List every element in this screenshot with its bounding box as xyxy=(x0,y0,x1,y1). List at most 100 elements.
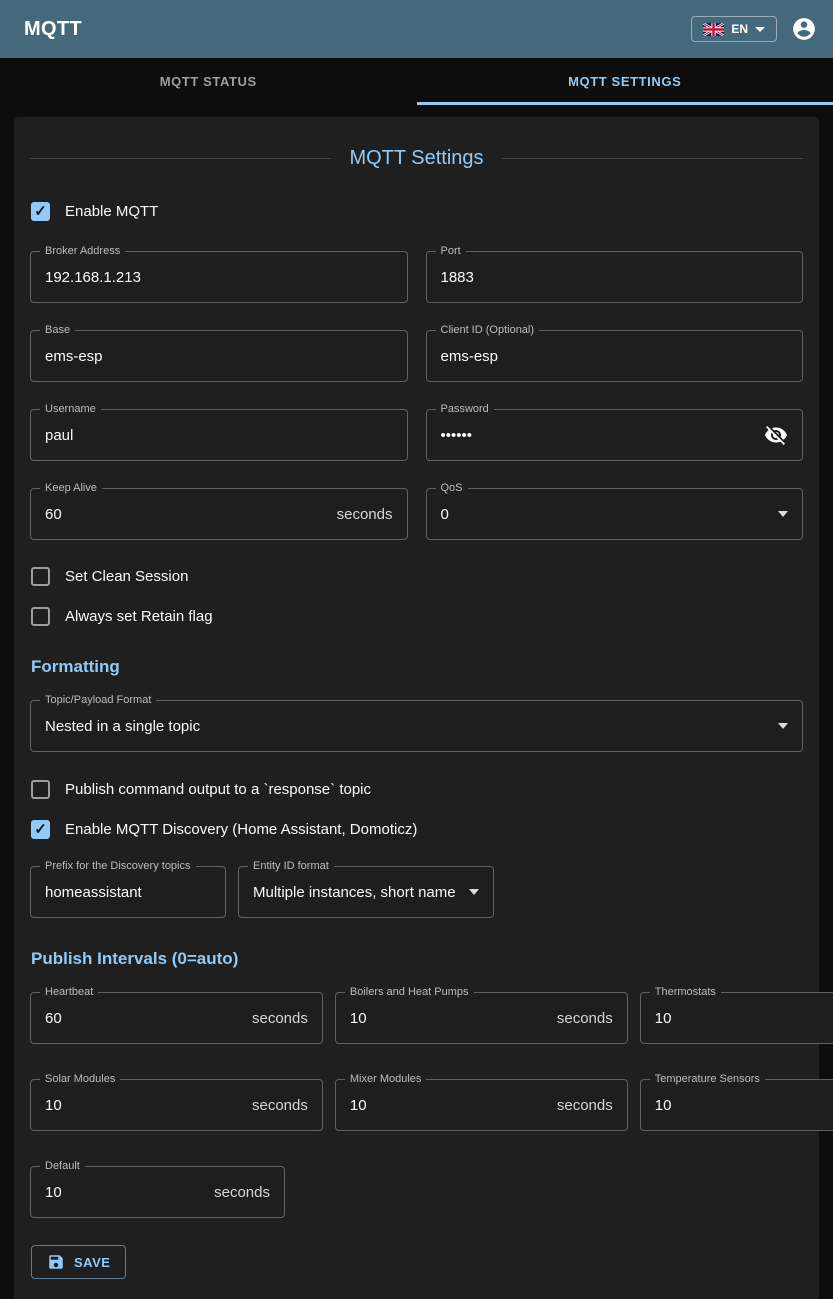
intervals-section-title: Publish Intervals (0=auto) xyxy=(31,949,803,969)
keep-alive-input[interactable] xyxy=(45,506,329,523)
mqtt-discovery-row[interactable]: ✓ Enable MQTT Discovery (Home Assistant,… xyxy=(31,820,803,839)
clean-session-row[interactable]: ✓ Set Clean Session xyxy=(31,567,803,586)
password-input[interactable] xyxy=(441,427,765,444)
solar-modules-input[interactable] xyxy=(45,1097,244,1114)
solar-modules-suffix: seconds xyxy=(252,1097,308,1114)
dropdown-caret-icon xyxy=(469,889,479,895)
mqtt-discovery-checkbox[interactable]: ✓ xyxy=(31,820,50,839)
tab-mqtt-status[interactable]: MQTT STATUS xyxy=(0,58,417,105)
base-input[interactable] xyxy=(45,348,393,365)
title-divider-left xyxy=(30,158,331,159)
enable-mqtt-checkbox[interactable]: ✓ xyxy=(31,202,50,221)
password-field[interactable]: Password xyxy=(426,409,804,461)
username-field[interactable]: Username xyxy=(30,409,408,461)
settings-card: MQTT Settings ✓ Enable MQTT Broker Addre… xyxy=(14,117,819,1299)
keep-alive-label: Keep Alive xyxy=(40,482,102,495)
boilers-field[interactable]: Boilers and Heat Pumps seconds xyxy=(335,992,628,1044)
response-topic-row[interactable]: ✓ Publish command output to a `response`… xyxy=(31,780,803,799)
boilers-input[interactable] xyxy=(350,1010,549,1027)
mixer-modules-label: Mixer Modules xyxy=(345,1073,427,1086)
topic-format-select[interactable]: Topic/Payload Format Nested in a single … xyxy=(30,700,803,752)
solar-modules-label: Solar Modules xyxy=(40,1073,120,1086)
port-label: Port xyxy=(436,245,466,258)
response-topic-checkbox[interactable]: ✓ xyxy=(31,780,50,799)
clean-session-checkbox[interactable]: ✓ xyxy=(31,567,50,586)
password-label: Password xyxy=(436,403,494,416)
solar-modules-field[interactable]: Solar Modules seconds xyxy=(30,1079,323,1131)
client-id-label: Client ID (Optional) xyxy=(436,324,540,337)
keep-alive-field[interactable]: Keep Alive seconds xyxy=(30,488,408,540)
enable-mqtt-label: Enable MQTT xyxy=(65,203,158,220)
username-input[interactable] xyxy=(45,427,393,444)
retain-flag-row[interactable]: ✓ Always set Retain flag xyxy=(31,607,803,626)
qos-label: QoS xyxy=(436,482,468,495)
broker-address-input[interactable] xyxy=(45,269,393,286)
app-title: MQTT xyxy=(24,18,82,41)
client-id-input[interactable] xyxy=(441,348,789,365)
title-divider-right xyxy=(502,158,803,159)
retain-flag-checkbox[interactable]: ✓ xyxy=(31,607,50,626)
visibility-off-icon[interactable] xyxy=(764,423,788,447)
save-button-label: SAVE xyxy=(74,1255,110,1270)
default-interval-label: Default xyxy=(40,1160,85,1173)
heartbeat-label: Heartbeat xyxy=(40,986,98,999)
keep-alive-suffix: seconds xyxy=(337,506,393,523)
tab-mqtt-settings-label: MQTT SETTINGS xyxy=(568,74,681,89)
intervals-grid: Heartbeat seconds Boilers and Heat Pumps… xyxy=(30,992,803,1131)
heartbeat-field[interactable]: Heartbeat seconds xyxy=(30,992,323,1044)
default-interval-field[interactable]: Default seconds xyxy=(30,1166,285,1218)
port-input[interactable] xyxy=(441,269,789,286)
tab-mqtt-status-label: MQTT STATUS xyxy=(160,74,257,89)
temperature-sensors-label: Temperature Sensors xyxy=(650,1073,765,1086)
thermostats-label: Thermostats xyxy=(650,986,721,999)
page-title-row: MQTT Settings xyxy=(30,147,803,170)
discovery-prefix-label: Prefix for the Discovery topics xyxy=(40,860,196,873)
mixer-modules-input[interactable] xyxy=(350,1097,549,1114)
entity-id-format-select[interactable]: Entity ID format Multiple instances, sho… xyxy=(238,866,494,918)
mixer-modules-field[interactable]: Mixer Modules seconds xyxy=(335,1079,628,1131)
save-button[interactable]: SAVE xyxy=(31,1245,126,1279)
broker-address-label: Broker Address xyxy=(40,245,125,258)
discovery-options-row: Prefix for the Discovery topics Entity I… xyxy=(30,866,803,918)
uk-flag-icon xyxy=(703,23,724,36)
thermostats-input[interactable] xyxy=(655,1010,833,1027)
language-selector-button[interactable]: EN xyxy=(691,16,777,42)
save-icon xyxy=(47,1253,65,1271)
boilers-label: Boilers and Heat Pumps xyxy=(345,986,474,999)
client-id-field[interactable]: Client ID (Optional) xyxy=(426,330,804,382)
discovery-prefix-field[interactable]: Prefix for the Discovery topics xyxy=(30,866,226,918)
checkbox-check-icon: ✓ xyxy=(34,822,47,837)
broker-address-field[interactable]: Broker Address xyxy=(30,251,408,303)
temperature-sensors-input[interactable] xyxy=(655,1097,833,1114)
thermostats-field[interactable]: Thermostats seconds xyxy=(640,992,833,1044)
clean-session-label: Set Clean Session xyxy=(65,568,188,585)
mixer-modules-suffix: seconds xyxy=(557,1097,613,1114)
broker-port-row: Broker Address Port Base Client ID (Opti… xyxy=(30,251,803,540)
app-bar: MQTT EN xyxy=(0,0,833,58)
dropdown-caret-icon xyxy=(778,511,788,517)
qos-select[interactable]: QoS 0 xyxy=(426,488,804,540)
enable-mqtt-row[interactable]: ✓ Enable MQTT xyxy=(31,202,803,221)
topic-format-label: Topic/Payload Format xyxy=(40,694,156,707)
username-label: Username xyxy=(40,403,101,416)
formatting-section-title: Formatting xyxy=(31,657,803,677)
account-avatar-icon[interactable] xyxy=(791,16,817,42)
page-title: MQTT Settings xyxy=(349,147,483,170)
chevron-down-icon xyxy=(755,27,765,32)
base-field[interactable]: Base xyxy=(30,330,408,382)
entity-id-format-value: Multiple instances, short name xyxy=(253,884,461,901)
base-label: Base xyxy=(40,324,75,337)
retain-flag-label: Always set Retain flag xyxy=(65,608,213,625)
response-topic-label: Publish command output to a `response` t… xyxy=(65,781,371,798)
topic-format-value: Nested in a single topic xyxy=(45,718,770,735)
default-interval-input[interactable] xyxy=(45,1184,206,1201)
tab-mqtt-settings[interactable]: MQTT SETTINGS xyxy=(417,58,833,105)
port-field[interactable]: Port xyxy=(426,251,804,303)
tab-bar: MQTT STATUS MQTT SETTINGS xyxy=(0,58,833,105)
entity-id-format-label: Entity ID format xyxy=(248,860,334,873)
heartbeat-input[interactable] xyxy=(45,1010,244,1027)
checkbox-check-icon: ✓ xyxy=(34,204,47,219)
temperature-sensors-field[interactable]: Temperature Sensors seconds xyxy=(640,1079,833,1131)
dropdown-caret-icon xyxy=(778,723,788,729)
discovery-prefix-input[interactable] xyxy=(45,884,211,901)
